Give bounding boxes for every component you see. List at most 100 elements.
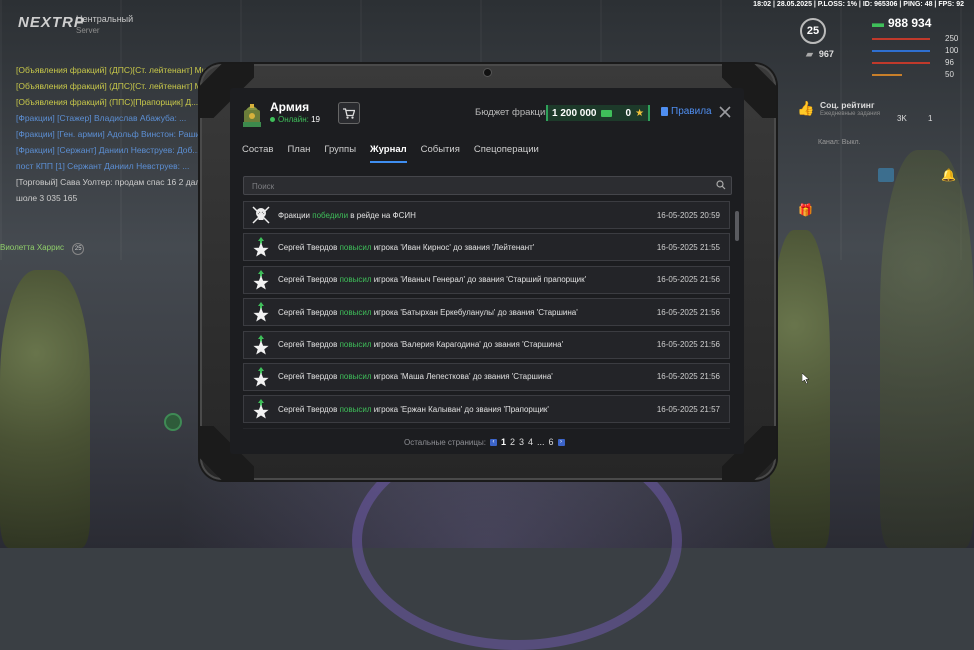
journal-action: повысил bbox=[340, 308, 372, 317]
army-emblem-icon bbox=[241, 100, 263, 128]
search-input[interactable] bbox=[250, 179, 704, 194]
stat-water: 50 bbox=[945, 70, 954, 79]
chat-line: [Торговый] Сава Уолтер: продам спас 16 2… bbox=[16, 174, 214, 190]
journal-text: Сергей Твердов повысил игрока 'Ержан Кал… bbox=[278, 405, 644, 414]
thumbs-up-icon: 👍 bbox=[797, 100, 813, 116]
chat-line: [Фракции] [Стажер] Владислав Абажуба: ..… bbox=[16, 110, 214, 126]
server-sub: Server bbox=[76, 25, 133, 36]
rank-up-star-icon bbox=[244, 234, 278, 260]
voice-channel[interactable]: Канал: Выкл. bbox=[818, 139, 861, 146]
journal-date: 16-05-2025 20:59 bbox=[644, 211, 729, 220]
budget-box: 1 200 000 0 ★ bbox=[546, 105, 650, 121]
skull-crossbones-icon bbox=[244, 202, 278, 228]
stat-armor: 100 bbox=[945, 46, 958, 55]
journal-actor: Сергей Твердов bbox=[278, 340, 340, 349]
online-label: Онлайн: bbox=[278, 115, 309, 124]
tab-5[interactable]: Спецоперации bbox=[474, 144, 539, 163]
journal-scrollbar[interactable] bbox=[735, 211, 739, 241]
stat-health: 250 bbox=[945, 34, 958, 43]
tab-1[interactable]: План bbox=[287, 144, 310, 163]
money-value: 988 934 bbox=[888, 16, 931, 30]
page-number[interactable]: 4 bbox=[528, 437, 533, 447]
online-status: Онлайн: 19 bbox=[270, 115, 320, 124]
journal-row: Сергей Твердов повысил игрока 'Валерия К… bbox=[243, 331, 730, 359]
player-level: 25 bbox=[800, 18, 826, 44]
journal-actor: Сергей Твердов bbox=[278, 405, 340, 414]
rank-up-star-icon bbox=[244, 396, 278, 422]
online-count: 19 bbox=[311, 115, 320, 124]
server-name: Центральный bbox=[76, 14, 133, 25]
journal-date: 16-05-2025 21:56 bbox=[644, 308, 729, 317]
page-number[interactable]: 3 bbox=[519, 437, 524, 447]
search-icon[interactable] bbox=[716, 180, 726, 190]
tablet-camera bbox=[483, 68, 492, 77]
chat-line: [Фракции] [Ген. армии] Адольф Винстон: Р… bbox=[16, 126, 214, 142]
bell-icon[interactable]: 🔔 bbox=[941, 168, 955, 182]
journal-actor: Сергей Твердов bbox=[278, 372, 340, 381]
rank-up-star-icon bbox=[244, 267, 278, 293]
search-box bbox=[243, 176, 732, 195]
star-icon: ★ bbox=[635, 108, 644, 119]
close-icon[interactable] bbox=[718, 105, 732, 119]
journal-action: повысил bbox=[340, 340, 372, 349]
journal-row: Сергей Твердов повысил игрока 'Ержан Кал… bbox=[243, 395, 730, 423]
tab-0[interactable]: Состав bbox=[242, 144, 273, 163]
journal-actor: Сергей Твердов bbox=[278, 308, 340, 317]
page-number[interactable]: 1 bbox=[501, 437, 506, 447]
gift-icon[interactable]: 🎁 bbox=[798, 203, 814, 217]
prev-page-icon[interactable]: ‹ bbox=[490, 439, 497, 446]
journal-row: Сергей Твердов повысил игрока 'Катюша Не… bbox=[243, 428, 730, 429]
counter-1: 3K bbox=[897, 114, 907, 123]
tab-3[interactable]: Журнал bbox=[370, 144, 407, 163]
faction-panel: Армия Онлайн: 19 Бюджет фракции: 1 200 0… bbox=[230, 88, 744, 454]
journal-text: Фракции победили в рейде на ФСИН bbox=[278, 211, 644, 220]
journal-row: Сергей Твердов повысил игрока 'Иван Кирн… bbox=[243, 233, 730, 261]
counter-2: 1 bbox=[928, 114, 932, 123]
journal-row: Сергей Твердов повысил игрока 'Маша Лепе… bbox=[243, 363, 730, 391]
chat-line: шоле 3 035 165 bbox=[16, 190, 214, 206]
tab-2[interactable]: Группы bbox=[324, 144, 356, 163]
tab-4[interactable]: События bbox=[421, 144, 460, 163]
stat-food: 96 bbox=[945, 58, 954, 67]
chat-line: [Объявления фракций] (ППС)[Прапорщик] Д.… bbox=[16, 94, 214, 110]
journal-detail: игрока 'Иваныч Генерал' до звания 'Старш… bbox=[371, 275, 586, 284]
chat-line: пост КПП [1] Сержант Даниил Невструев: .… bbox=[16, 158, 214, 174]
chat-line: [Фракции] [Сержант] Даниил Невструев: До… bbox=[16, 142, 214, 158]
journal-date: 16-05-2025 21:55 bbox=[644, 243, 729, 252]
journal-detail: игрока 'Ержан Калыван' до звания 'Прапор… bbox=[371, 405, 548, 414]
panel-header: Армия Онлайн: 19 Бюджет фракции: 1 200 0… bbox=[230, 88, 744, 134]
online-dot-icon bbox=[270, 117, 275, 122]
social-rating-sub: Ежедневные задания bbox=[820, 111, 880, 117]
journal-detail: игрока 'Батырхан Еркебуланулы' до звания… bbox=[371, 308, 577, 317]
journal-list[interactable]: Фракции победили в рейде на ФСИН16-05-20… bbox=[243, 201, 730, 429]
faction-name: Армия bbox=[270, 100, 309, 114]
chat-line: [Объявления фракций] (ДПС)[Ст. лейтенант… bbox=[16, 78, 214, 94]
social-rating[interactable]: Соц. рейтинг bbox=[820, 100, 875, 110]
rules-button[interactable]: Правила bbox=[661, 106, 712, 117]
mouse-cursor-icon bbox=[802, 373, 810, 384]
nickname-text: Виолетта Харрис bbox=[0, 243, 64, 252]
journal-text: Сергей Твердов повысил игрока 'Батырхан … bbox=[278, 308, 644, 317]
budget-label: Бюджет фракции: bbox=[475, 107, 553, 118]
chat-log: [Объявления фракций] (ДПС)[Ст. лейтенант… bbox=[16, 62, 214, 206]
journal-action: победили bbox=[312, 211, 348, 220]
game-logo: NEXTRP bbox=[18, 14, 85, 31]
page-number[interactable]: 2 bbox=[510, 437, 515, 447]
server-info: Центральный Server bbox=[76, 14, 133, 36]
status-bar: 18:02 | 28.05.2025 | P.LOSS: 1% | ID: 96… bbox=[753, 1, 964, 8]
shop-button[interactable] bbox=[338, 102, 360, 124]
soldier-right bbox=[770, 230, 830, 548]
journal-text: Сергей Твердов повысил игрока 'Иван Кирн… bbox=[278, 243, 644, 252]
rules-label: Правила bbox=[671, 106, 712, 117]
cart-icon bbox=[343, 108, 355, 119]
grid-menu-icon[interactable] bbox=[878, 168, 894, 182]
book-icon bbox=[661, 107, 668, 116]
page-ellipsis: ... bbox=[537, 437, 545, 447]
map-marker-icon bbox=[164, 413, 182, 431]
gun-icon: ▰ bbox=[806, 49, 813, 59]
page-number[interactable]: 6 bbox=[549, 437, 554, 447]
journal-date: 16-05-2025 21:57 bbox=[644, 405, 729, 414]
journal-action: повысил bbox=[340, 243, 372, 252]
next-page-icon[interactable]: › bbox=[558, 439, 565, 446]
player-nickname: Виолетта Харрис 25 bbox=[0, 243, 84, 255]
